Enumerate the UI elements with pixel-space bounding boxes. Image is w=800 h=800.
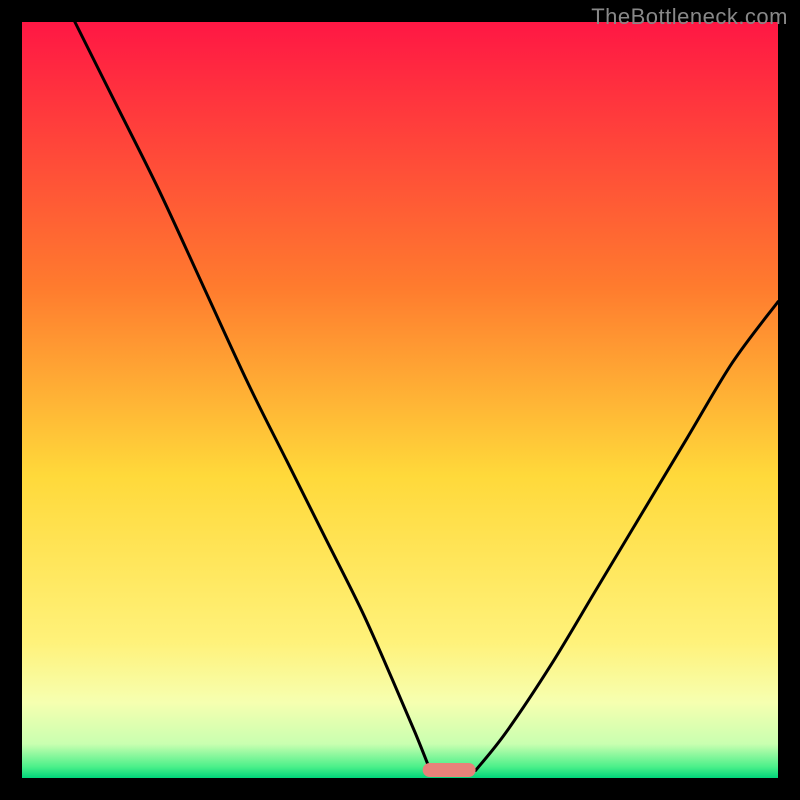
chart-frame: TheBottleneck.com: [0, 0, 800, 800]
bottleneck-chart: [0, 0, 800, 800]
bottleneck-marker: [423, 763, 476, 777]
plot-background: [22, 22, 778, 778]
watermark-text: TheBottleneck.com: [591, 4, 788, 30]
